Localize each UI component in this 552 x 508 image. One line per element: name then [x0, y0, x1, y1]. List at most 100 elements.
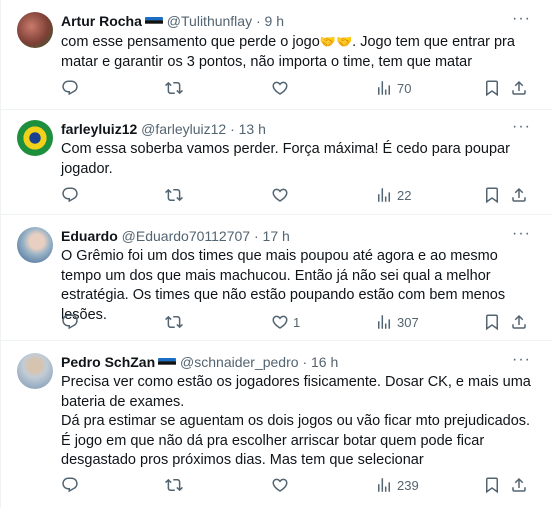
- bookmark-icon: [483, 476, 501, 494]
- tweet-actions: 70: [61, 77, 536, 99]
- bookmark-icon: [483, 186, 501, 204]
- separator-dot: ·: [255, 13, 261, 29]
- retweet-button[interactable]: [165, 77, 183, 99]
- views-icon: [375, 313, 393, 331]
- retweet-icon: [165, 79, 183, 97]
- tweet-text-line: É jogo em que não dá pra escolher arrisc…: [61, 432, 485, 469]
- separator-dot: ·: [302, 354, 308, 370]
- timestamp[interactable]: 9 h: [265, 13, 284, 29]
- retweet-button[interactable]: [165, 311, 183, 333]
- estonia-flag-icon: [158, 358, 176, 368]
- timestamp[interactable]: 13 h: [239, 121, 266, 137]
- retweet-icon: [165, 313, 183, 331]
- display-name[interactable]: Eduardo: [61, 228, 118, 244]
- like-icon: [271, 186, 289, 204]
- display-name[interactable]: Pedro SchZan: [61, 354, 155, 370]
- view-count: 307: [397, 314, 419, 330]
- tweet-text: com esse pensamento que perde o jogo🤝🤝. …: [61, 32, 536, 72]
- reply-icon: [61, 186, 79, 204]
- view-count: 239: [397, 477, 419, 493]
- views-icon: [375, 186, 393, 204]
- tweet-text: Precisa ver como estão os jogadores fisi…: [61, 373, 536, 471]
- reply-icon: [61, 476, 79, 494]
- share-button[interactable]: [510, 474, 528, 496]
- like-button[interactable]: [271, 474, 293, 496]
- more-icon[interactable]: ···: [512, 352, 530, 373]
- retweet-icon: [165, 186, 183, 204]
- tweet-text-part: com esse pensamento que perde o jogo: [61, 34, 320, 50]
- tweet-artur-rocha[interactable]: Artur Rocha @Tulithunflay · 9 h ··· com …: [1, 0, 552, 110]
- view-count: 22: [397, 187, 412, 203]
- like-button[interactable]: 1: [271, 311, 300, 333]
- reply-feed: Artur Rocha @Tulithunflay · 9 h ··· com …: [0, 0, 552, 508]
- like-count: 1: [293, 314, 301, 330]
- estonia-flag-icon: [145, 17, 163, 27]
- share-button[interactable]: [510, 77, 528, 99]
- like-icon: [271, 79, 289, 97]
- tweet-actions: 22: [61, 184, 536, 206]
- timestamp[interactable]: 16 h: [311, 354, 338, 370]
- tweet-header: farleyluiz12 @farleyluiz12 · 13 h: [61, 120, 536, 138]
- share-icon: [510, 313, 528, 331]
- like-button[interactable]: [271, 184, 293, 206]
- bookmark-button[interactable]: [483, 184, 501, 206]
- views-button[interactable]: 239: [375, 474, 419, 496]
- views-button[interactable]: 22: [375, 184, 411, 206]
- reply-icon: [61, 313, 79, 331]
- more-icon[interactable]: ···: [512, 226, 530, 247]
- share-button[interactable]: [510, 184, 528, 206]
- display-name[interactable]: farleyluiz12: [61, 121, 137, 137]
- like-icon: [271, 476, 289, 494]
- user-handle[interactable]: @Eduardo70112707: [122, 228, 250, 244]
- reply-button[interactable]: [61, 77, 79, 99]
- avatar[interactable]: [17, 12, 53, 48]
- tweet-pedro-schzan[interactable]: Pedro SchZan @schnaider_pedro · 16 h ···…: [1, 341, 552, 508]
- more-icon[interactable]: ···: [512, 119, 530, 140]
- share-icon: [510, 476, 528, 494]
- tweet-text: Com essa soberba vamos perder. Força máx…: [61, 141, 510, 177]
- tweet-header: Artur Rocha @Tulithunflay · 9 h: [61, 12, 536, 30]
- share-icon: [510, 79, 528, 97]
- reply-button[interactable]: [61, 474, 79, 496]
- retweet-button[interactable]: [165, 474, 183, 496]
- retweet-button[interactable]: [165, 184, 183, 206]
- like-icon: [271, 313, 289, 331]
- reply-button[interactable]: [61, 311, 79, 333]
- share-button[interactable]: [510, 311, 528, 333]
- separator-dot: ·: [253, 228, 259, 244]
- bookmark-button[interactable]: [483, 77, 501, 99]
- bookmark-icon: [483, 79, 501, 97]
- views-icon: [375, 79, 393, 97]
- share-icon: [510, 186, 528, 204]
- avatar[interactable]: [17, 227, 53, 263]
- bookmark-button[interactable]: [483, 474, 501, 496]
- retweet-icon: [165, 476, 183, 494]
- like-button[interactable]: [271, 77, 293, 99]
- tweet-text-line: Precisa ver como estão os jogadores fisi…: [61, 374, 531, 410]
- timestamp[interactable]: 17 h: [263, 228, 290, 244]
- separator-dot: ·: [230, 121, 235, 137]
- views-button[interactable]: 70: [375, 77, 411, 99]
- reply-button[interactable]: [61, 184, 79, 206]
- user-handle[interactable]: @farleyluiz12: [141, 121, 226, 137]
- tweet-header: Pedro SchZan @schnaider_pedro · 16 h: [61, 353, 536, 371]
- views-icon: [375, 476, 393, 494]
- avatar[interactable]: [17, 120, 53, 156]
- reply-icon: [61, 79, 79, 97]
- bookmark-button[interactable]: [483, 311, 501, 333]
- views-button[interactable]: 307: [375, 311, 419, 333]
- tweet-header: Eduardo @Eduardo70112707 · 17 h: [61, 227, 536, 245]
- tweet-farleyluiz12[interactable]: farleyluiz12 @farleyluiz12 · 13 h ··· Co…: [1, 110, 552, 215]
- tweet-eduardo[interactable]: Eduardo @Eduardo70112707 · 17 h ··· O Gr…: [1, 215, 552, 341]
- bookmark-icon: [483, 313, 501, 331]
- display-name[interactable]: Artur Rocha: [61, 13, 142, 29]
- user-handle[interactable]: @Tulithunflay: [167, 13, 252, 29]
- view-count: 70: [397, 80, 412, 96]
- tweet-text-line: Dá pra estimar se aguentam os dois jogos…: [61, 413, 531, 429]
- handshake-emoji: 🤝🤝: [319, 34, 353, 49]
- tweet-actions: 239: [61, 474, 536, 496]
- user-handle[interactable]: @schnaider_pedro: [180, 354, 299, 370]
- more-icon[interactable]: ···: [512, 11, 530, 32]
- tweet-actions: 1 307: [61, 311, 536, 333]
- avatar[interactable]: [17, 353, 53, 389]
